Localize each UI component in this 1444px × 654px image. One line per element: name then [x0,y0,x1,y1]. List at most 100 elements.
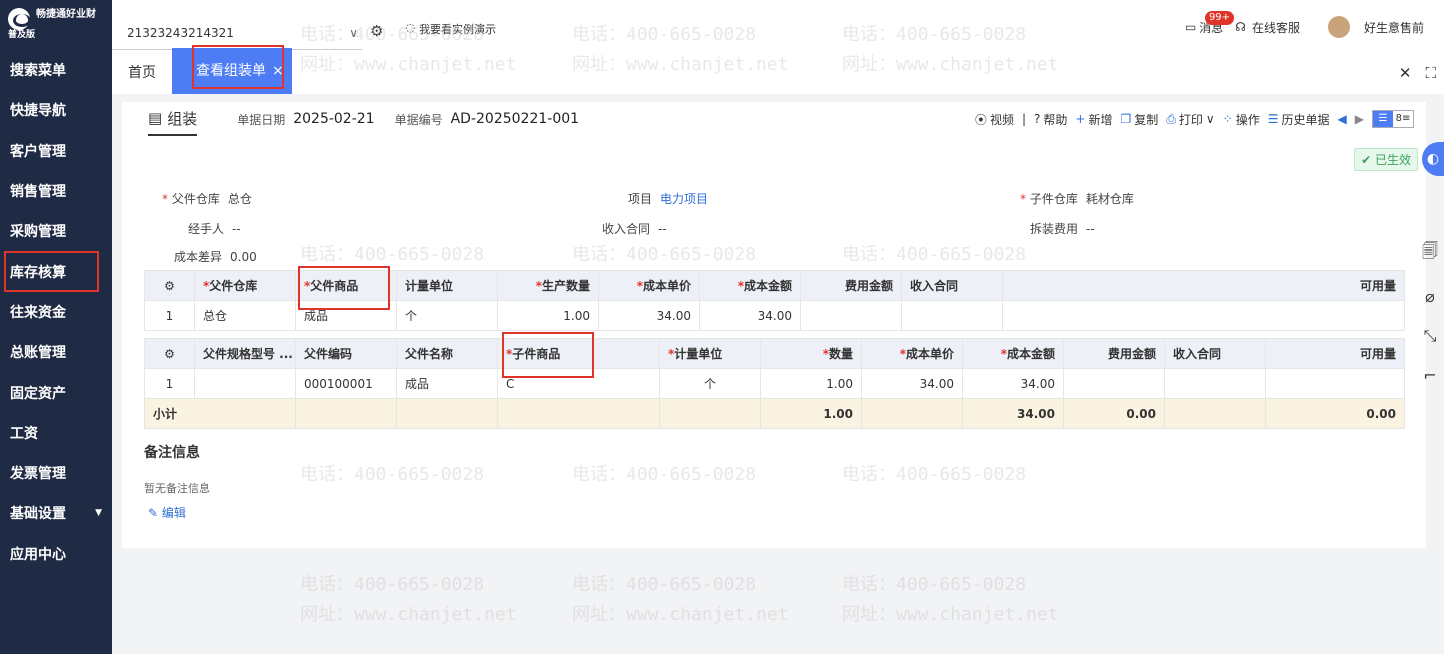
cell-amount[interactable]: 34.00 [699,300,801,331]
video-label: 视频 [989,112,1014,127]
menu-item-fixed-assets[interactable]: 固定资产 [0,372,112,412]
cost-diff-value: 0.00 [230,250,257,264]
history-button[interactable]: ☰ 历史单据 [1268,111,1330,128]
cell-spec[interactable] [194,368,296,399]
settings-icon[interactable]: ⚙ [144,270,195,301]
collapse-icon[interactable]: ⤡ [1424,326,1437,346]
print-label: 打印 [1178,112,1203,127]
menu-item-search[interactable]: 搜索菜单 [0,50,112,90]
col-label: 成本金额 [1006,347,1055,361]
menu-item-ledger[interactable]: 总账管理 [0,332,112,372]
grid-icon: ⁘ [1222,112,1233,126]
close-all-tabs-icon[interactable]: ✕ [1399,64,1412,82]
watermark-phone: 电话：400-665-0028 [842,574,1027,595]
text-format-icon[interactable]: ⌐ [1423,366,1436,385]
demo-link[interactable]: ◌ 我要看实例演示 [405,21,496,37]
col-cost-amount: *成本金额 [699,270,801,301]
cell-contract[interactable] [901,300,1003,331]
headset-icon: ☊ [1235,20,1246,34]
menu-item-purchase[interactable]: 采购管理 [0,211,112,251]
cell-unit-cost[interactable]: 34.00 [598,300,700,331]
col-parent-code: 父件编码 [295,338,397,369]
field-income-contract: 收入合同 -- [602,220,667,237]
tab-assembly[interactable]: ▤ 组装 [148,102,198,136]
income-contract-value[interactable]: -- [658,222,667,236]
child-warehouse-value[interactable]: 耗材仓库 [1086,192,1134,206]
col-production-qty: *生产数量 [497,270,599,301]
menu-item-settings-label: 基础设置 [10,506,66,523]
tab-view-assembly[interactable]: 查看组装单 × [172,45,292,94]
history-icon: ☰ [1267,112,1279,126]
menu-item-invoices[interactable]: 发票管理 [0,453,112,493]
settings-icon[interactable]: ⚙ [144,338,195,369]
highlight-box [298,266,390,310]
attachment-icon[interactable]: ⌀ [1425,287,1435,306]
col-unit-cost: *成本单价 [598,270,700,301]
parent-warehouse-label: 父件仓库 [171,192,220,206]
menu-item-sales[interactable]: 销售管理 [0,171,112,211]
subtotal-fee: 0.00 [1063,398,1165,429]
copy-button[interactable]: ❐ 复制 [1120,111,1158,128]
help-button[interactable]: ? 帮助 [1034,111,1067,128]
cell-unit[interactable]: 个 [659,368,761,399]
cell-qty[interactable]: 1.00 [497,300,599,331]
menu-item-settings[interactable]: 基础设置 ▼ [0,493,112,533]
cell-amount[interactable]: 34.00 [962,368,1064,399]
menu-item-funds[interactable]: 往来资金 [0,292,112,332]
number-label: 单据编号 [394,112,443,127]
print-button[interactable]: ⎙ 打印 ∨ [1166,111,1214,128]
remark-edit-link[interactable]: ✎ 编辑 [148,504,186,521]
cell-unit[interactable]: 个 [396,300,498,331]
menu-item-payroll[interactable]: 工资 [0,413,112,453]
col-label: 成本单价 [905,347,954,361]
watermark-site: 网址：www.chanjet.net [842,604,1059,625]
cell-warehouse[interactable]: 总仓 [194,300,296,331]
cell-code[interactable]: 000100001 [295,368,397,399]
parent-warehouse-value[interactable]: 总仓 [228,192,252,206]
list-view-icon[interactable]: ☰ [1373,111,1393,127]
fullscreen-icon[interactable]: ⛶ [1425,64,1436,82]
next-icon[interactable]: ▶ [1355,112,1364,126]
detail-view-icon[interactable]: 8≡ [1393,111,1413,127]
child-table: ⚙ 父件规格型号 ... 父件编码 父件名称 *子件商品 *计量单位 *数量 *… [144,338,1405,429]
cell-fee[interactable] [1063,368,1165,399]
col-parent-warehouse: *父件仓库 [194,270,296,301]
edit-icon: ✎ [148,506,162,520]
handler-value[interactable]: -- [232,222,241,236]
menu-item-customers[interactable]: 客户管理 [0,131,112,171]
cell-name[interactable]: 成品 [396,368,498,399]
child-warehouse-label: 子件仓库 [1029,192,1078,206]
new-button[interactable]: + 新增 [1075,111,1112,128]
divider: | [1021,112,1026,126]
menu-item-quick-nav[interactable]: 快捷导航 [0,90,112,130]
online-service-link[interactable]: 在线客服 [1252,19,1300,36]
watermark-site: 网址：www.chanjet.net [300,604,517,625]
demo-label: 我要看实例演示 [419,23,497,36]
operate-button[interactable]: ⁘ 操作 [1223,111,1260,128]
messages-button[interactable]: ▭ 消息 99+ [1185,10,1235,36]
remark-edit-label: 编辑 [161,506,186,520]
menu-item-inventory[interactable]: 库存核算 [4,251,99,292]
cell-contract[interactable] [1164,368,1266,399]
gear-icon[interactable]: ⚙ [370,22,383,40]
menu-item-app-center[interactable]: 应用中心 [0,534,112,574]
cell-unit-cost[interactable]: 34.00 [861,368,963,399]
field-handler: 经手人 -- [188,220,241,237]
prev-icon[interactable]: ◀ [1338,112,1347,126]
cell-qty[interactable]: 1.00 [760,368,862,399]
col-qty: *数量 [760,338,862,369]
disassembly-cost-value[interactable]: -- [1086,222,1095,236]
project-value[interactable]: 电力项目 [660,192,708,206]
avatar[interactable] [1327,16,1350,38]
cell-fee[interactable] [800,300,902,331]
col-label: 成本单价 [642,279,691,293]
table-row[interactable]: 1 000100001 成品 C 个 1.00 34.00 34.00 [144,368,1405,399]
app-name: 畅捷通好业财 [36,9,96,20]
video-button[interactable]: ⦿ 视频 [975,111,1014,128]
col-label: 生产数量 [541,279,590,293]
form-icon[interactable]: 🗐 [1422,240,1438,267]
user-name[interactable]: 好生意售前 [1364,19,1424,36]
app-logo[interactable]: 畅捷通好业财 普及版 [0,0,112,48]
tab-home[interactable]: 首页 [112,52,172,94]
chevron-down-icon: ∨ [349,25,358,40]
